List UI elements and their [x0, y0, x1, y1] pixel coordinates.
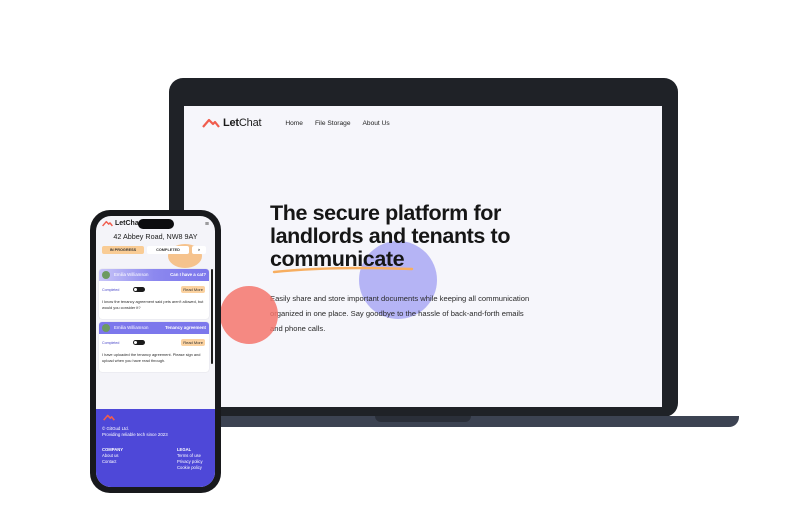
- read-more-button[interactable]: Read More: [181, 339, 205, 346]
- desktop-navbar: LetChat Home File Storage About Us: [202, 114, 390, 132]
- roof-logo-icon: [102, 220, 113, 227]
- card-header: Emilia Williamson Can I have a cat?: [99, 269, 209, 281]
- hamburger-icon[interactable]: ≡: [205, 221, 209, 228]
- avatar: [102, 324, 110, 332]
- roof-logo-icon: [103, 414, 115, 421]
- tab-completed[interactable]: COMPLETED: [147, 246, 189, 254]
- footer-legal-column: LEGAL Terms of use Privacy policy Cookie…: [177, 447, 203, 471]
- conversation-card[interactable]: Emilia Williamson Tenancy agreement Comp…: [99, 322, 209, 372]
- card-message: I know the tenancy agreement said pets a…: [102, 299, 204, 310]
- completed-toggle[interactable]: [133, 287, 145, 292]
- hero-underline-swoosh: [272, 266, 414, 274]
- nav-link-file-storage[interactable]: File Storage: [315, 120, 351, 127]
- mockup-stage: LetChat Home File Storage About Us The s…: [0, 0, 800, 514]
- read-more-button[interactable]: Read More: [181, 286, 205, 293]
- mobile-logo[interactable]: LetCha: [102, 220, 139, 227]
- tab-in-progress[interactable]: IN PROGRESS: [102, 246, 144, 254]
- tab-next-arrow[interactable]: >: [192, 246, 206, 254]
- laptop-notch: [375, 416, 471, 422]
- footer-company-column: COMPANY About us Contact: [102, 447, 123, 465]
- card-topic: Can I have a cat?: [170, 272, 206, 277]
- footer-link-cookie[interactable]: Cookie policy: [177, 465, 203, 471]
- card-sender-name: Emilia Williamson: [114, 272, 149, 277]
- mobile-footer: © GitGud Ltd. Providing reliable tech si…: [96, 409, 215, 487]
- phone-screen: LetCha ≡ 42 Abbey Road, NW8 9AY IN PROGR…: [96, 216, 215, 487]
- footer-link-contact[interactable]: Contact: [102, 459, 123, 465]
- nav-link-home[interactable]: Home: [285, 120, 303, 127]
- card-status-label: Completed: [102, 288, 120, 292]
- card-header: Emilia Williamson Tenancy agreement: [99, 322, 209, 334]
- footer-copyright: © GitGud Ltd. Providing reliable tech si…: [102, 426, 168, 437]
- status-tabs: IN PROGRESS COMPLETED >: [102, 246, 206, 254]
- roof-logo-icon: [202, 118, 220, 128]
- scrollbar[interactable]: [211, 269, 213, 364]
- card-sender-name: Emilia Williamson: [114, 325, 149, 330]
- card-topic: Tenancy agreement: [165, 325, 206, 330]
- avatar: [102, 271, 110, 279]
- decorative-red-circle: [220, 286, 278, 344]
- completed-toggle[interactable]: [133, 340, 145, 345]
- property-address: 42 Abbey Road, NW8 9AY: [113, 232, 198, 241]
- laptop-screen: LetChat Home File Storage About Us The s…: [184, 106, 662, 407]
- desktop-logo[interactable]: LetChat: [202, 117, 262, 129]
- mobile-logo-text: LetCha: [115, 220, 139, 227]
- desktop-nav-links: Home File Storage About Us: [285, 120, 389, 127]
- card-status-label: Completed: [102, 341, 120, 345]
- card-message: I have uploaded the tenancy agreement. P…: [102, 352, 201, 363]
- desktop-logo-text: LetChat: [223, 117, 262, 129]
- phone-dynamic-island: [138, 219, 174, 229]
- conversation-card[interactable]: Emilia Williamson Can I have a cat? Comp…: [99, 269, 209, 319]
- hero-description: Easily share and store important documen…: [270, 294, 530, 333]
- nav-link-about-us[interactable]: About Us: [363, 120, 390, 127]
- hero-title: The secure platform for landlords and te…: [270, 201, 511, 271]
